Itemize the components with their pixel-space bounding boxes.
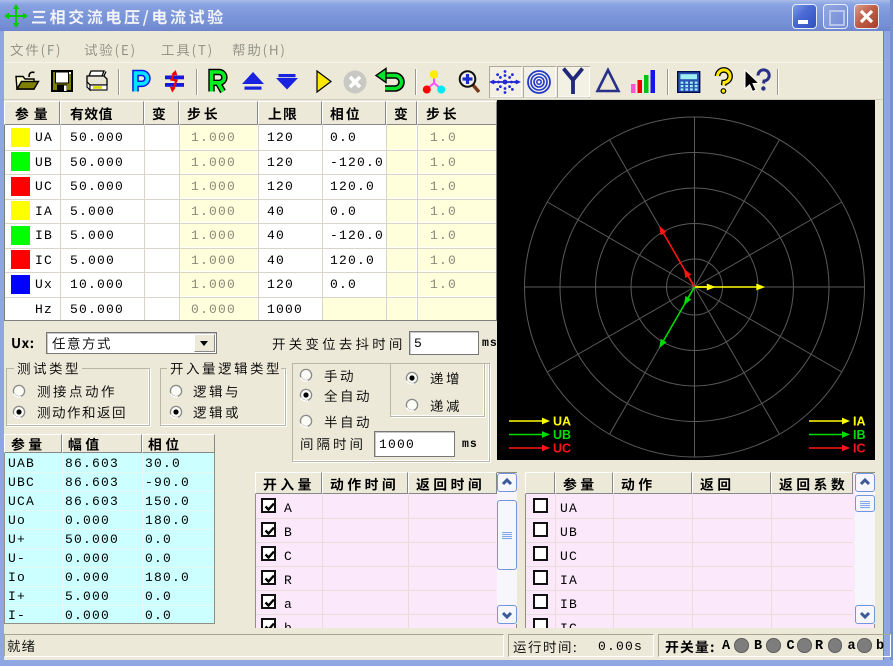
svg-text:UA: UA bbox=[553, 415, 571, 429]
svg-text:IA: IA bbox=[853, 415, 866, 429]
svg-text:IB: IB bbox=[853, 428, 866, 442]
svg-text:UB: UB bbox=[553, 428, 571, 442]
svg-text:UC: UC bbox=[553, 442, 571, 456]
svg-text:IC: IC bbox=[853, 442, 866, 456]
